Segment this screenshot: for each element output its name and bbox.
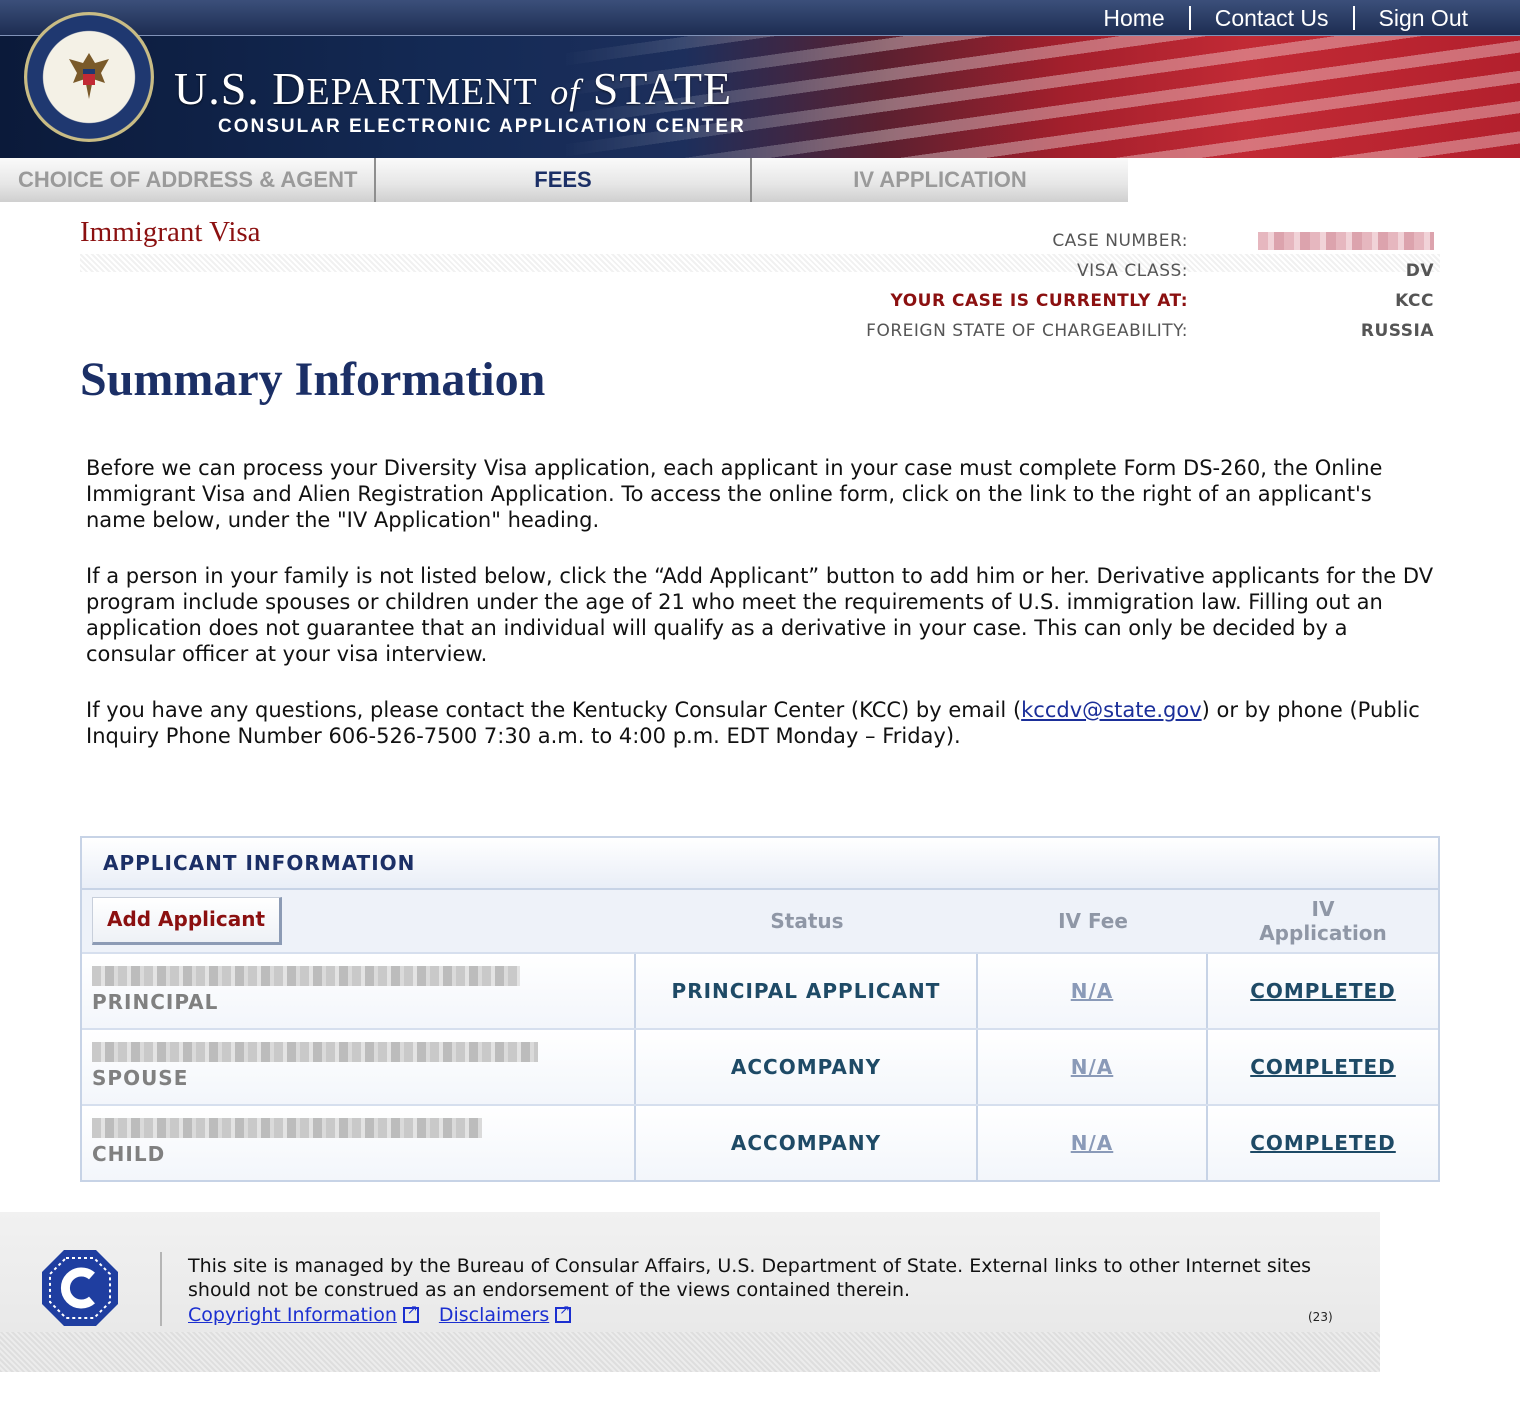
application-cell: COMPLETED xyxy=(1208,1030,1438,1104)
case-location-label: YOUR CASE IS CURRENTLY AT: xyxy=(890,291,1188,311)
page-title: Summary Information xyxy=(80,353,546,406)
page-section-title: Immigrant Visa xyxy=(80,216,261,248)
case-location-row: YOUR CASE IS CURRENTLY AT: KCC xyxy=(780,286,1440,316)
footer-links: Copyright Information Disclaimers xyxy=(188,1303,572,1326)
step-tabs: CHOICE OF ADDRESS & AGENT FEES IV APPLIC… xyxy=(0,158,1128,202)
applicant-role: SPOUSE xyxy=(92,1066,189,1090)
chargeability-row: FOREIGN STATE OF CHARGEABILITY: RUSSIA xyxy=(780,316,1440,346)
fee-cell: N/A xyxy=(978,954,1208,1028)
top-navigation-bar: Home Contact Us Sign Out xyxy=(0,0,1520,36)
applicant-information-panel: APPLICANT INFORMATION Add Applicant Stat… xyxy=(80,836,1440,1182)
visa-class-label: VISA CLASS: xyxy=(1077,261,1188,281)
iv-application-link[interactable]: COMPLETED xyxy=(1250,1131,1396,1155)
status-cell: ACCOMPANY xyxy=(636,1106,978,1180)
case-number-row: CASE NUMBER: xyxy=(780,226,1440,256)
applicant-role: CHILD xyxy=(92,1142,166,1166)
redacted-case-number xyxy=(1258,232,1434,250)
consular-affairs-logo-icon xyxy=(42,1250,118,1326)
applicant-cell: CHILD xyxy=(82,1106,636,1180)
instructions: Before we can process your Diversity Vis… xyxy=(86,455,1436,779)
applicant-cell: SPOUSE xyxy=(82,1030,636,1104)
page-number: (23) xyxy=(1308,1310,1333,1324)
eagle-icon xyxy=(69,53,109,99)
iv-application-column-header: IV Application xyxy=(1259,897,1387,945)
department-seal-icon xyxy=(24,12,154,142)
application-cell: COMPLETED xyxy=(1208,1106,1438,1180)
instructions-paragraph-3: If you have any questions, please contac… xyxy=(86,698,1420,748)
kcc-email-link[interactable]: kccdv@state.gov xyxy=(1021,698,1202,722)
iv-application-link[interactable]: COMPLETED xyxy=(1250,1055,1396,1079)
department-title: U.S. DEPARTMENT of STATE xyxy=(174,63,733,114)
chargeability-value: RUSSIA xyxy=(1360,321,1434,341)
table-row: SPOUSE ACCOMPANY N/A COMPLETED xyxy=(82,1028,1438,1104)
footer-disclaimer-text: This site is managed by the Bureau of Co… xyxy=(188,1255,1312,1301)
status-column-header: Status xyxy=(770,909,844,933)
table-row: CHILD ACCOMPANY N/A COMPLETED xyxy=(82,1104,1438,1180)
status-cell: PRINCIPAL APPLICANT xyxy=(636,954,978,1028)
disclaimers-link[interactable]: Disclaimers xyxy=(439,1304,549,1326)
footer: This site is managed by the Bureau of Co… xyxy=(0,1212,1380,1372)
redacted-name xyxy=(92,1042,538,1062)
sign-out-link[interactable]: Sign Out xyxy=(1352,6,1493,30)
header-banner: Home Contact Us Sign Out U.S. DEPARTMENT… xyxy=(0,0,1520,158)
iv-fee-link[interactable]: N/A xyxy=(1071,1055,1114,1079)
home-link[interactable]: Home xyxy=(1079,6,1188,30)
case-number-value xyxy=(1188,231,1434,251)
status-cell: ACCOMPANY xyxy=(636,1030,978,1104)
external-link-icon xyxy=(555,1303,572,1323)
case-location-value: KCC xyxy=(1395,291,1434,311)
footer-pattern xyxy=(0,1332,1380,1372)
fee-cell: N/A xyxy=(978,1030,1208,1104)
redacted-name xyxy=(92,966,520,986)
tab-choice-of-address[interactable]: CHOICE OF ADDRESS & AGENT xyxy=(0,158,376,202)
iv-fee-link[interactable]: N/A xyxy=(1071,1131,1114,1155)
footer-divider xyxy=(160,1252,162,1326)
tab-iv-application[interactable]: IV APPLICATION xyxy=(752,158,1128,202)
iv-fee-link[interactable]: N/A xyxy=(1071,979,1114,1003)
tab-fees[interactable]: FEES xyxy=(376,158,752,202)
application-cell: COMPLETED xyxy=(1208,954,1438,1028)
iv-fee-column-header: IV Fee xyxy=(1058,909,1128,933)
table-row: PRINCIPAL PRINCIPAL APPLICANT N/A COMPLE… xyxy=(82,952,1438,1028)
add-applicant-button[interactable]: Add Applicant xyxy=(92,897,282,945)
applicant-table-header: Add Applicant Status IV Fee IV Applicati… xyxy=(82,890,1438,952)
contact-us-link[interactable]: Contact Us xyxy=(1188,6,1353,30)
external-link-icon xyxy=(402,1303,419,1323)
case-details: CASE NUMBER: VISA CLASS: DV YOUR CASE IS… xyxy=(780,226,1440,346)
copyright-information-link[interactable]: Copyright Information xyxy=(188,1304,397,1326)
instructions-paragraph-1: Before we can process your Diversity Vis… xyxy=(86,456,1383,532)
department-subtitle: CONSULAR ELECTRONIC APPLICATION CENTER xyxy=(218,116,746,137)
fee-cell: N/A xyxy=(978,1106,1208,1180)
case-number-label: CASE NUMBER: xyxy=(1052,231,1188,251)
top-nav: Home Contact Us Sign Out xyxy=(1079,0,1492,36)
applicant-information-heading: APPLICANT INFORMATION xyxy=(82,838,1438,890)
chargeability-label: FOREIGN STATE OF CHARGEABILITY: xyxy=(866,321,1188,341)
iv-application-link[interactable]: COMPLETED xyxy=(1250,979,1396,1003)
visa-class-value: DV xyxy=(1405,261,1434,281)
visa-class-row: VISA CLASS: DV xyxy=(780,256,1440,286)
applicant-cell: PRINCIPAL xyxy=(82,954,636,1028)
applicant-role: PRINCIPAL xyxy=(92,990,219,1014)
redacted-name xyxy=(92,1118,482,1138)
instructions-paragraph-2: If a person in your family is not listed… xyxy=(86,564,1434,666)
